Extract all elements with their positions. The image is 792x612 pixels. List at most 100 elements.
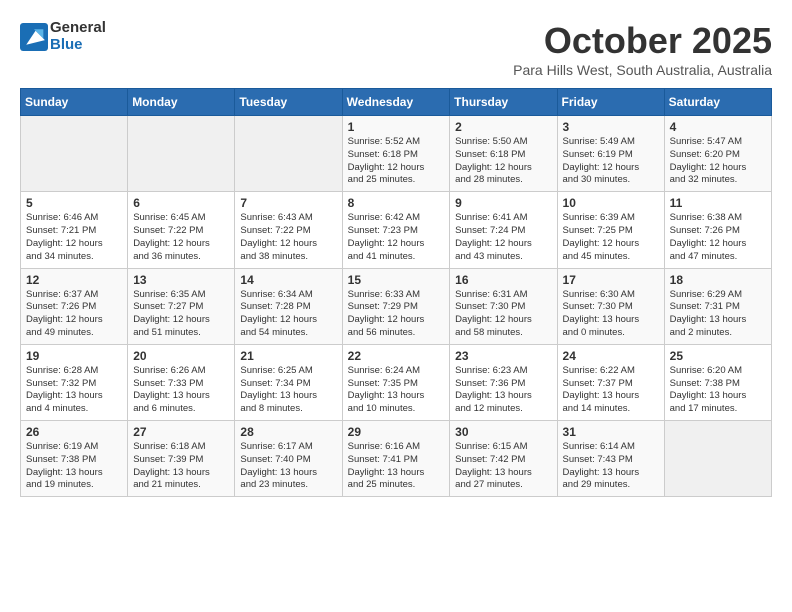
calendar-cell: 9 Sunrise: 6:41 AM Sunset: 7:24 PM Daylig…	[450, 192, 557, 268]
day-number: 8	[348, 196, 445, 210]
header-friday: Friday	[557, 89, 664, 116]
day-number: 9	[455, 196, 551, 210]
calendar-cell: 12 Sunrise: 6:37 AM Sunset: 7:26 PM Dayli…	[21, 268, 128, 344]
calendar-cell: 26 Sunrise: 6:19 AM Sunset: 7:38 PM Dayli…	[21, 421, 128, 497]
calendar-cell: 5 Sunrise: 6:46 AM Sunset: 7:21 PM Daylig…	[21, 192, 128, 268]
day-info: Sunrise: 5:49 AM Sunset: 6:19 PM Dayligh…	[563, 136, 659, 187]
day-info: Sunrise: 6:31 AM Sunset: 7:30 PM Dayligh…	[455, 289, 551, 340]
day-info: Sunrise: 6:33 AM Sunset: 7:29 PM Dayligh…	[348, 289, 445, 340]
calendar-cell: 19Sunrise: 6:28 AM Sunset: 7:32 PM Dayli…	[21, 344, 128, 420]
calendar-cell: 1 Sunrise: 5:52 AM Sunset: 6:18 PM Daylig…	[342, 116, 450, 192]
day-info: Sunrise: 5:47 AM Sunset: 6:20 PM Dayligh…	[670, 136, 766, 187]
day-info: Sunrise: 6:14 AM Sunset: 7:43 PM Dayligh…	[563, 441, 659, 492]
day-number: 20	[133, 349, 229, 363]
calendar-cell: 30 Sunrise: 6:15 AM Sunset: 7:42 PM Dayli…	[450, 421, 557, 497]
header: General Blue October 2025 Para Hills Wes…	[20, 20, 772, 78]
day-info: Sunrise: 6:19 AM Sunset: 7:38 PM Dayligh…	[26, 441, 122, 492]
day-info: Sunrise: 6:15 AM Sunset: 7:42 PM Dayligh…	[455, 441, 551, 492]
day-info: Sunrise: 6:39 AM Sunset: 7:25 PM Dayligh…	[563, 212, 659, 263]
day-number: 14	[240, 273, 336, 287]
day-number: 23	[455, 349, 551, 363]
day-number: 27	[133, 425, 229, 439]
calendar-cell: 24Sunrise: 6:22 AM Sunset: 7:37 PM Dayli…	[557, 344, 664, 420]
logo-general: General	[50, 20, 106, 37]
calendar-cell: 23Sunrise: 6:23 AM Sunset: 7:36 PM Dayli…	[450, 344, 557, 420]
header-monday: Monday	[128, 89, 235, 116]
calendar-cell	[21, 116, 128, 192]
calendar: SundayMondayTuesdayWednesdayThursdayFrid…	[20, 88, 772, 497]
day-info: Sunrise: 6:29 AM Sunset: 7:31 PM Dayligh…	[670, 289, 766, 340]
month-title: October 2025	[513, 20, 772, 62]
day-number: 10	[563, 196, 659, 210]
day-info: Sunrise: 5:50 AM Sunset: 6:18 PM Dayligh…	[455, 136, 551, 187]
day-info: Sunrise: 6:38 AM Sunset: 7:26 PM Dayligh…	[670, 212, 766, 263]
calendar-cell: 4 Sunrise: 5:47 AM Sunset: 6:20 PM Daylig…	[664, 116, 771, 192]
day-info: Sunrise: 6:46 AM Sunset: 7:21 PM Dayligh…	[26, 212, 122, 263]
day-info: Sunrise: 6:22 AM Sunset: 7:37 PM Dayligh…	[563, 365, 659, 416]
day-info: Sunrise: 6:26 AM Sunset: 7:33 PM Dayligh…	[133, 365, 229, 416]
calendar-cell: 31Sunrise: 6:14 AM Sunset: 7:43 PM Dayli…	[557, 421, 664, 497]
calendar-cell: 6Sunrise: 6:45 AM Sunset: 7:22 PM Daylig…	[128, 192, 235, 268]
day-info: Sunrise: 6:20 AM Sunset: 7:38 PM Dayligh…	[670, 365, 766, 416]
logo-icon	[20, 23, 48, 51]
calendar-cell: 25Sunrise: 6:20 AM Sunset: 7:38 PM Dayli…	[664, 344, 771, 420]
calendar-cell: 20 Sunrise: 6:26 AM Sunset: 7:33 PM Dayli…	[128, 344, 235, 420]
calendar-cell: 16 Sunrise: 6:31 AM Sunset: 7:30 PM Dayli…	[450, 268, 557, 344]
day-info: Sunrise: 6:41 AM Sunset: 7:24 PM Dayligh…	[455, 212, 551, 263]
day-number: 1	[348, 120, 445, 134]
calendar-cell: 29 Sunrise: 6:16 AM Sunset: 7:41 PM Dayli…	[342, 421, 450, 497]
calendar-cell: 3 Sunrise: 5:49 AM Sunset: 6:19 PM Daylig…	[557, 116, 664, 192]
calendar-cell	[235, 116, 342, 192]
day-number: 29	[348, 425, 445, 439]
calendar-cell: 10 Sunrise: 6:39 AM Sunset: 7:25 PM Dayli…	[557, 192, 664, 268]
day-number: 15	[348, 273, 445, 287]
calendar-cell: 27 Sunrise: 6:18 AM Sunset: 7:39 PM Dayli…	[128, 421, 235, 497]
title-block: October 2025 Para Hills West, South Aust…	[513, 20, 772, 78]
calendar-header-row: SundayMondayTuesdayWednesdayThursdayFrid…	[21, 89, 772, 116]
day-info: Sunrise: 6:18 AM Sunset: 7:39 PM Dayligh…	[133, 441, 229, 492]
header-saturday: Saturday	[664, 89, 771, 116]
day-info: Sunrise: 6:17 AM Sunset: 7:40 PM Dayligh…	[240, 441, 336, 492]
day-info: Sunrise: 6:28 AM Sunset: 7:32 PM Dayligh…	[26, 365, 122, 416]
day-info: Sunrise: 6:43 AM Sunset: 7:22 PM Dayligh…	[240, 212, 336, 263]
day-number: 7	[240, 196, 336, 210]
day-number: 21	[240, 349, 336, 363]
day-number: 26	[26, 425, 122, 439]
day-info: Sunrise: 5:52 AM Sunset: 6:18 PM Dayligh…	[348, 136, 445, 187]
calendar-cell	[664, 421, 771, 497]
day-number: 17	[563, 273, 659, 287]
calendar-week-3: 12 Sunrise: 6:37 AM Sunset: 7:26 PM Dayli…	[21, 268, 772, 344]
calendar-cell: 11 Sunrise: 6:38 AM Sunset: 7:26 PM Dayli…	[664, 192, 771, 268]
calendar-week-2: 5 Sunrise: 6:46 AM Sunset: 7:21 PM Daylig…	[21, 192, 772, 268]
calendar-cell: 13Sunrise: 6:35 AM Sunset: 7:27 PM Dayli…	[128, 268, 235, 344]
day-number: 22	[348, 349, 445, 363]
day-number: 28	[240, 425, 336, 439]
calendar-cell: 15 Sunrise: 6:33 AM Sunset: 7:29 PM Dayli…	[342, 268, 450, 344]
calendar-cell	[128, 116, 235, 192]
day-info: Sunrise: 6:16 AM Sunset: 7:41 PM Dayligh…	[348, 441, 445, 492]
header-wednesday: Wednesday	[342, 89, 450, 116]
day-info: Sunrise: 6:34 AM Sunset: 7:28 PM Dayligh…	[240, 289, 336, 340]
day-info: Sunrise: 6:24 AM Sunset: 7:35 PM Dayligh…	[348, 365, 445, 416]
day-number: 3	[563, 120, 659, 134]
day-info: Sunrise: 6:37 AM Sunset: 7:26 PM Dayligh…	[26, 289, 122, 340]
day-number: 16	[455, 273, 551, 287]
calendar-cell: 7 Sunrise: 6:43 AM Sunset: 7:22 PM Daylig…	[235, 192, 342, 268]
day-info: Sunrise: 6:25 AM Sunset: 7:34 PM Dayligh…	[240, 365, 336, 416]
calendar-cell: 17 Sunrise: 6:30 AM Sunset: 7:30 PM Dayli…	[557, 268, 664, 344]
day-number: 11	[670, 196, 766, 210]
day-number: 2	[455, 120, 551, 134]
calendar-cell: 22 Sunrise: 6:24 AM Sunset: 7:35 PM Dayli…	[342, 344, 450, 420]
day-number: 30	[455, 425, 551, 439]
day-info: Sunrise: 6:30 AM Sunset: 7:30 PM Dayligh…	[563, 289, 659, 340]
day-info: Sunrise: 6:42 AM Sunset: 7:23 PM Dayligh…	[348, 212, 445, 263]
calendar-cell: 28 Sunrise: 6:17 AM Sunset: 7:40 PM Dayli…	[235, 421, 342, 497]
logo-blue: Blue	[50, 37, 106, 54]
calendar-cell: 2 Sunrise: 5:50 AM Sunset: 6:18 PM Daylig…	[450, 116, 557, 192]
logo: General Blue	[20, 20, 106, 53]
header-sunday: Sunday	[21, 89, 128, 116]
day-number: 12	[26, 273, 122, 287]
day-number: 4	[670, 120, 766, 134]
day-number: 5	[26, 196, 122, 210]
day-number: 18	[670, 273, 766, 287]
